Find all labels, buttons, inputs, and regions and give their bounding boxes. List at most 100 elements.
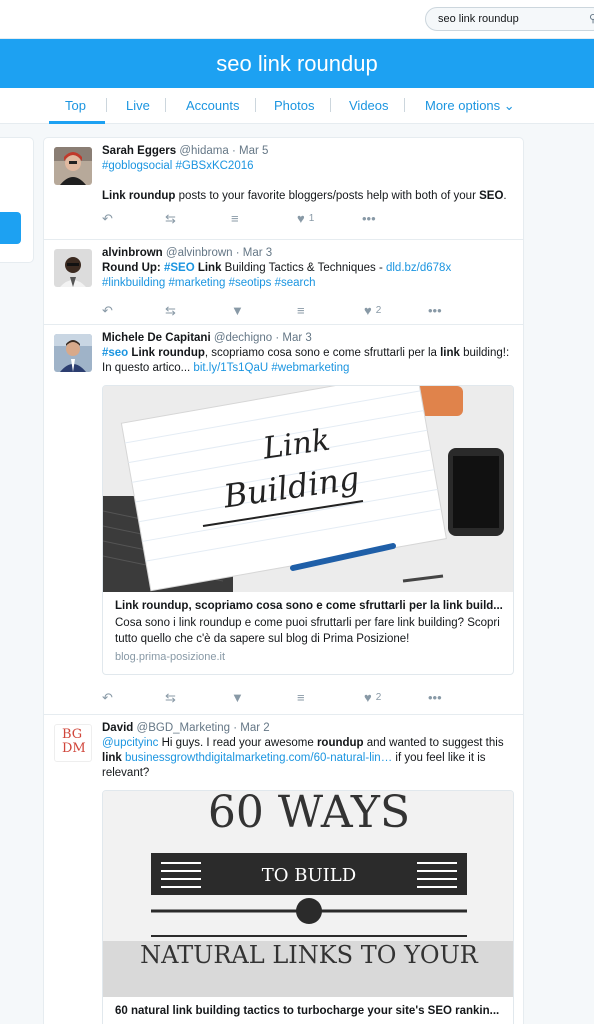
more-icon[interactable]: ••• [428,690,442,705]
reply-icon[interactable]: ↶ [102,303,113,319]
tweet-text: @upcityinc Hi guys. I read your awesome … [102,736,516,781]
more-icon[interactable]: ••• [428,303,442,318]
bold-term: Round Up: [102,262,164,274]
bold-term: Link roundup [128,347,205,359]
like-icon[interactable]: ♥ 1 [297,211,314,226]
retweet-icon[interactable]: ⇆ [165,303,176,319]
stack-icon[interactable]: ≡ [297,690,305,705]
author-handle[interactable]: @BGD_Marketing [137,722,230,734]
card-domain[interactable]: blog.prima-posizione.it [115,651,507,663]
tab-separator [106,98,107,112]
image-text: 60 WAYS [208,791,410,838]
author-name[interactable]: Sarah Eggers [102,145,176,157]
tab-photos[interactable]: Photos [274,98,314,113]
avatar-logo-text: BG [62,727,83,742]
text-segment: . [503,190,507,202]
retweet-icon[interactable]: ⇆ [165,690,176,706]
tweet-content: alvinbrown @alvinbrown · Mar 3 Round Up:… [102,246,516,291]
tab-separator [330,98,331,112]
bold-term: Link [194,262,222,274]
tweet-date[interactable]: · Mar 3 [275,332,311,344]
more-icon[interactable]: ••• [362,211,376,226]
link-card[interactable]: Link Building Link roundup, scopriamo co… [102,385,514,675]
tab-separator [255,98,256,112]
page-title: seo link roundup [216,51,378,76]
tab-accounts[interactable]: Accounts [186,98,239,113]
tweet-content: Sarah Eggers @hidama · Mar 5 #goblogsoci… [102,144,516,204]
link-card[interactable]: 60 WAYS TO BUILD NATURAL LINKS TO YOUR 6… [102,790,514,1024]
reply-icon[interactable]: ↶ [102,690,113,706]
tweet-date[interactable]: · Mar 5 [232,145,268,157]
bold-term: roundup [316,737,364,749]
card-title[interactable]: 60 natural link building tactics to turb… [115,1005,507,1017]
stack-icon[interactable]: ≡ [297,303,305,318]
card-body: Link roundup, scopriamo cosa sono e come… [115,600,507,663]
author-handle[interactable]: @alvinbrown [166,247,233,259]
tweet[interactable]: alvinbrown @alvinbrown · Mar 3 Round Up:… [44,240,523,325]
hashtag[interactable]: #SEO [164,262,195,274]
tweet[interactable]: Sarah Eggers @hidama · Mar 5 #goblogsoci… [44,138,523,240]
card-body: 60 natural link building tactics to turb… [115,1005,507,1017]
tweet-date[interactable]: · Mar 3 [236,247,272,259]
search-timeline: Sarah Eggers @hidama · Mar 5 #goblogsoci… [43,137,524,1024]
search-input[interactable]: seo link roundup ⚲ [425,7,594,31]
avatar[interactable] [54,147,92,185]
tweet-text: #seo Link roundup, scopriamo cosa sono e… [102,346,516,376]
top-bar: seo link roundup ⚲ [0,0,594,39]
avatar[interactable]: BG DM [54,724,92,762]
tab-videos[interactable]: Videos [349,98,389,113]
tweet[interactable]: Michele De Capitani @dechigno · Mar 3 #s… [44,325,523,715]
pocket-icon[interactable]: ▼ [231,690,244,705]
card-image[interactable]: 60 WAYS TO BUILD NATURAL LINKS TO YOUR [103,791,513,997]
card-description: Cosa sono i link roundup e come puoi sfr… [115,617,500,645]
retweet-icon[interactable]: ⇆ [165,211,176,227]
hashtags[interactable]: #linkbuilding #marketing #seotips #searc… [102,277,316,289]
like-icon[interactable]: ♥ 2 [364,303,381,318]
tweet-date[interactable]: · Mar 2 [233,722,269,734]
stack-icon[interactable]: ≡ [231,211,239,226]
author-handle[interactable]: @dechigno [214,332,272,344]
card-title[interactable]: Link roundup, scopriamo cosa sono e come… [115,600,507,612]
avatar[interactable] [54,249,92,287]
hashtags[interactable]: #goblogsocial #GBSxKC2016 [102,160,254,172]
text-segment: , scopriamo cosa sono e come sfruttarli … [204,347,441,359]
reply-icon[interactable]: ↶ [102,211,113,227]
pocket-icon[interactable]: ▼ [231,303,244,318]
tab-live[interactable]: Live [126,98,150,113]
bold-term: SEO [479,190,504,202]
search-icon[interactable]: ⚲ [589,12,594,25]
author-handle[interactable]: @hidama [179,145,228,157]
like-icon[interactable]: ♥ 2 [364,690,381,705]
tweet-link[interactable]: dld.bz/d678x [386,262,451,274]
author-name[interactable]: Michele De Capitani [102,332,211,344]
tab-bar: Top Live Accounts Photos Videos More opt… [0,88,594,124]
text-segment: Hi guys. I read your awesome [158,737,317,749]
left-sidebar-button[interactable] [0,212,21,244]
tweet-link[interactable]: bit.ly/1Ts1QaU [193,362,268,374]
tab-top[interactable]: Top [65,98,86,113]
tweet-content: David @BGD_Marketing · Mar 2 @upcityinc … [102,721,516,781]
card-image[interactable]: Link Building [103,386,513,592]
text-segment: In questo artico... [102,362,194,374]
tweet-actions: ↶ ⇆ ≡ ♥ 1 ••• [102,211,502,227]
like-count: 2 [375,305,382,316]
tweet-text: Link roundup posts to your favorite blog… [102,189,516,204]
tweet-actions: ↶ ⇆ ▼ ≡ ♥ 2 ••• [102,690,502,706]
text-segment: and wanted to suggest this [363,737,504,749]
left-sidebar-card [0,137,34,263]
text-segment: building!: [459,347,510,359]
tab-separator [165,98,166,112]
author-name[interactable]: alvinbrown [102,247,163,259]
mention[interactable]: @upcityinc [102,737,158,749]
avatar-logo: BG DM [62,728,86,756]
tweet[interactable]: BG DM David @BGD_Marketing · Mar 2 @upci… [44,715,523,1024]
tab-more-options[interactable]: More options ⌄ [425,98,515,114]
author-name[interactable]: David [102,722,133,734]
tweet-link[interactable]: businessgrowthdigitalmarketing.com/60-na… [125,752,392,764]
hashtag[interactable]: #webmarketing [268,362,349,374]
image-text: NATURAL LINKS TO YOUR [140,941,479,969]
like-count: 1 [308,213,315,224]
avatar[interactable] [54,334,92,372]
tweet-actions: ↶ ⇆ ▼ ≡ ♥ 2 ••• [102,303,502,319]
hashtag[interactable]: #seo [102,347,128,359]
